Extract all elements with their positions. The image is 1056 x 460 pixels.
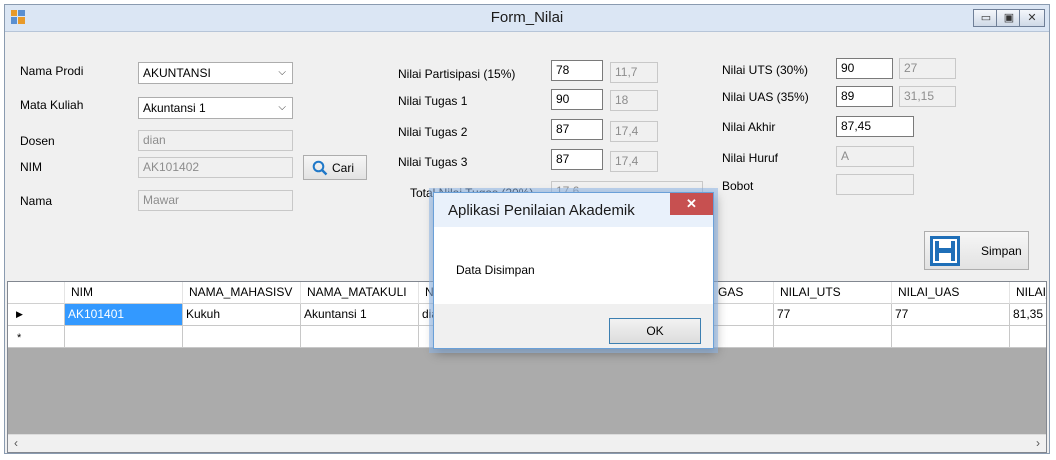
- bobot-field[interactable]: [836, 174, 914, 195]
- scroll-right-icon[interactable]: ›: [1036, 436, 1040, 450]
- dosen-field[interactable]: dian: [138, 130, 293, 151]
- simpan-button[interactable]: Simpan: [924, 231, 1029, 270]
- table-cell[interactable]: AK101401: [65, 304, 183, 326]
- prodi-select[interactable]: AKUNTANSI ⌵: [138, 62, 293, 84]
- table-cell[interactable]: [65, 326, 183, 348]
- simpan-label: Simpan: [981, 244, 1022, 258]
- matkul-label: Mata Kuliah: [20, 98, 84, 112]
- partisipasi-label: Nilai Partisipasi (15%): [398, 67, 516, 81]
- tugas2-label: Nilai Tugas 2: [398, 125, 468, 139]
- prodi-label: Nama Prodi: [20, 64, 84, 78]
- tugas3-input[interactable]: 87: [551, 149, 603, 170]
- dialog-close-button[interactable]: ✕: [670, 193, 713, 215]
- column-header-nilai-uas[interactable]: NILAI_UAS: [892, 282, 1010, 304]
- uas-weighted-field[interactable]: 31,15: [899, 86, 956, 107]
- row-header-new[interactable]: *: [8, 326, 65, 348]
- tugas1-weighted-field[interactable]: 18: [610, 90, 658, 111]
- huruf-label: Nilai Huruf: [722, 151, 779, 165]
- chevron-down-icon: ⌵: [278, 67, 286, 78]
- ok-button[interactable]: OK: [609, 318, 701, 344]
- table-cell[interactable]: 77: [774, 304, 892, 326]
- horizontal-scrollbar[interactable]: ‹ ›: [8, 434, 1046, 452]
- bobot-label: Bobot: [722, 179, 754, 193]
- akhir-label: Nilai Akhir: [722, 120, 776, 134]
- dialog-message: Data Disimpan: [456, 263, 535, 277]
- partisipasi-input[interactable]: 78: [551, 60, 603, 81]
- row-header-current[interactable]: ▶: [8, 304, 65, 326]
- dialog-footer: OK: [434, 304, 713, 348]
- dialog-title-bar: Aplikasi Penilaian Akademik ✕: [434, 193, 713, 227]
- column-header-nilai-uts[interactable]: NILAI_UTS: [774, 282, 892, 304]
- uas-input[interactable]: 89: [836, 86, 893, 107]
- table-cell[interactable]: [892, 326, 1010, 348]
- tugas1-label: Nilai Tugas 1: [398, 94, 468, 108]
- save-icon: [930, 236, 960, 266]
- table-cell[interactable]: [774, 326, 892, 348]
- table-cell[interactable]: [183, 326, 301, 348]
- tugas1-input[interactable]: 90: [551, 89, 603, 110]
- tugas2-input[interactable]: 87: [551, 119, 603, 140]
- uts-input[interactable]: 90: [836, 58, 893, 79]
- matkul-value: Akuntansi 1: [143, 101, 206, 115]
- huruf-field[interactable]: A: [836, 146, 914, 167]
- table-cell[interactable]: [1010, 326, 1046, 348]
- column-header-nilai-tugas-label: GAS: [718, 285, 744, 299]
- column-header-nama-mahasiswa[interactable]: NAMA_MAHASISV: [183, 282, 301, 304]
- chevron-down-icon: ⌵: [278, 102, 286, 113]
- table-cell[interactable]: Akuntansi 1: [301, 304, 419, 326]
- prodi-value: AKUNTANSI: [143, 66, 211, 80]
- tugas3-weighted-field[interactable]: 17,4: [610, 151, 658, 172]
- column-header-nilai-akhir[interactable]: NILAI_: [1010, 282, 1046, 304]
- column-header-nim[interactable]: NIM: [65, 282, 183, 304]
- nama-label: Nama: [20, 194, 53, 208]
- nim-field[interactable]: AK101402: [138, 157, 293, 178]
- message-dialog: Aplikasi Penilaian Akademik ✕ Data Disim…: [433, 192, 714, 349]
- partisipasi-weighted-field[interactable]: 11,7: [610, 62, 658, 83]
- title-bar: Form_Nilai ▭ ▣ ✕: [5, 5, 1049, 32]
- table-cell[interactable]: 77: [892, 304, 1010, 326]
- nim-label: NIM: [20, 160, 42, 174]
- matkul-select[interactable]: Akuntansi 1 ⌵: [138, 97, 293, 119]
- close-button[interactable]: ✕: [1019, 9, 1045, 27]
- akhir-field[interactable]: 87,45: [836, 116, 914, 137]
- column-header-nama-matakuliah[interactable]: NAMA_MATAKULI: [301, 282, 419, 304]
- table-cell[interactable]: 81,35: [1010, 304, 1046, 326]
- nama-field[interactable]: Mawar: [138, 190, 293, 211]
- dialog-title: Aplikasi Penilaian Akademik: [448, 202, 635, 219]
- scroll-left-icon[interactable]: ‹: [14, 436, 18, 450]
- grid-corner-header: [8, 282, 65, 304]
- dosen-label: Dosen: [20, 134, 55, 148]
- search-icon: [312, 160, 328, 176]
- table-cell[interactable]: Kukuh: [183, 304, 301, 326]
- uas-label: Nilai UAS (35%): [722, 90, 809, 104]
- cari-label: Cari: [332, 161, 355, 175]
- uts-weighted-field[interactable]: 27: [899, 58, 956, 79]
- cari-button[interactable]: Cari: [303, 155, 367, 180]
- window-title: Form_Nilai: [490, 9, 564, 26]
- table-cell[interactable]: [301, 326, 419, 348]
- tugas2-weighted-field[interactable]: 17,4: [610, 121, 658, 142]
- tugas3-label: Nilai Tugas 3: [398, 155, 468, 169]
- uts-label: Nilai UTS (30%): [722, 63, 809, 77]
